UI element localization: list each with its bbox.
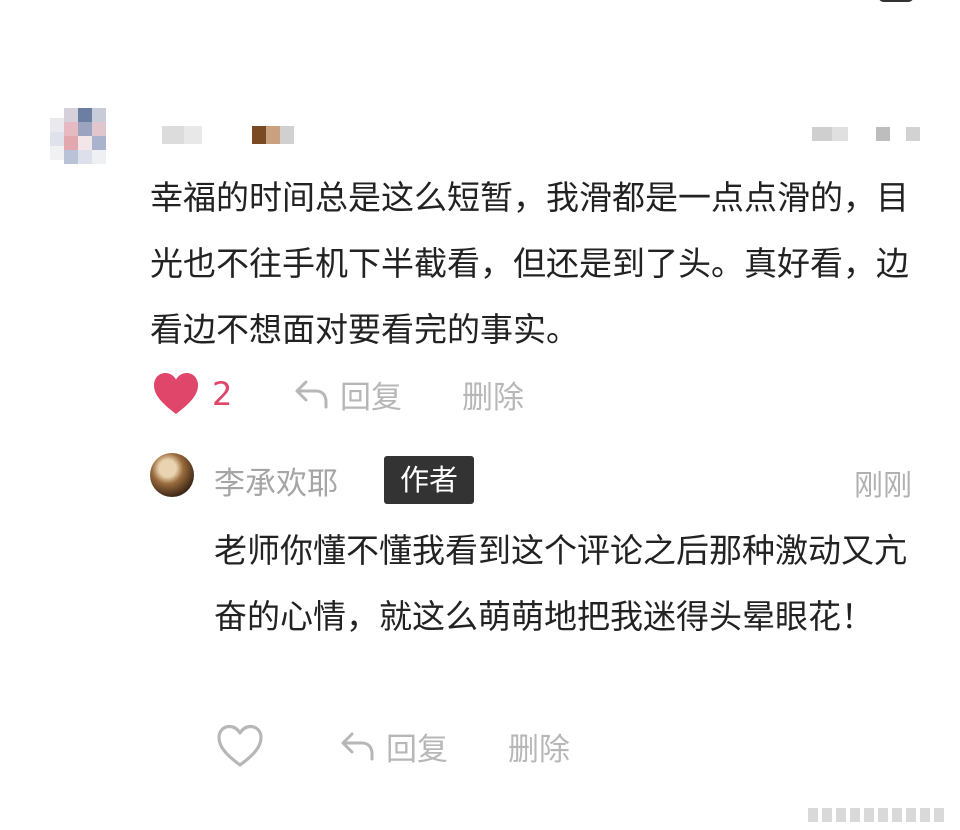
reply-body: 老师你懂不懂我看到这个评论之后那种激动又亢奋的心情，就这么萌萌地把我迷得头晕眼花… [214, 531, 907, 636]
reply-label: 回复 [340, 379, 402, 416]
comment-actions: 2 回复 删除 [152, 372, 524, 417]
heart-outline-icon[interactable] [216, 724, 264, 768]
reply-arrow-icon [340, 730, 376, 762]
reply-label: 回复 [386, 731, 448, 768]
commenter-avatar-redacted[interactable] [50, 108, 122, 180]
reply-button[interactable]: 回复 [294, 372, 402, 417]
reply-arrow-icon [294, 378, 330, 410]
watermark-redacted [808, 808, 944, 822]
comment-body: 幸福的时间总是这么短暂，我滑都是一点点滑的，目光也不往手机下半截看，但还是到了头… [150, 178, 909, 349]
top-corner-icon [878, 0, 914, 2]
like-count: 2 [212, 375, 233, 413]
reply-actions: 回复 删除 [216, 724, 570, 769]
commenter-name-redacted[interactable] [162, 126, 294, 144]
delete-button[interactable]: 删除 [462, 372, 524, 417]
author-avatar[interactable] [150, 453, 194, 497]
author-badge: 作者 [384, 456, 475, 504]
delete-button[interactable]: 删除 [508, 724, 570, 769]
reply-time: 刚刚 [854, 468, 913, 502]
reply-author-name[interactable]: 李承欢耶 [214, 458, 338, 503]
reply-button[interactable]: 回复 [340, 724, 448, 769]
heart-filled-icon[interactable] [152, 372, 200, 416]
comment-time-redacted [812, 126, 920, 142]
